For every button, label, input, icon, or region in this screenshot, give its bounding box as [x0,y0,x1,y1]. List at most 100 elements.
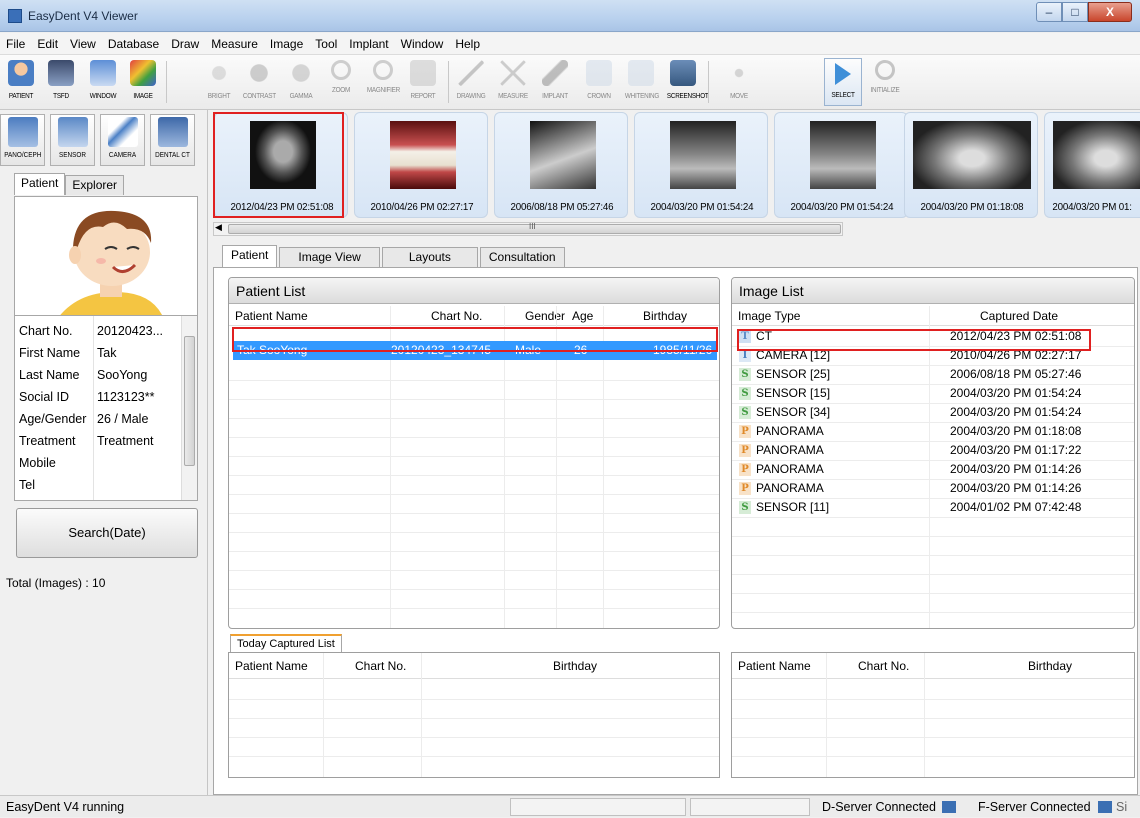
menu-database[interactable]: Database [102,37,165,51]
close-button[interactable]: X [1088,2,1132,22]
col-image-type[interactable]: Image Type [738,306,800,326]
image-list-header: Image Type Captured Date [732,306,1134,326]
list-item[interactable]: S SENSOR [11] 2004/01/02 PM 07:42:48 [732,498,1134,517]
tab-left-patient[interactable]: Patient [14,173,66,195]
thumbnail-sensor-1[interactable]: 2006/08/18 PM 05:27:46 [494,112,628,218]
table-row-selected[interactable]: Tak SooYong 20120423_134745 Male 26 1985… [233,341,717,360]
thumbnail-panorama-2[interactable]: 2004/03/20 PM 01: [1044,112,1140,218]
patient-list-title: Patient List [229,278,719,304]
col-today-birthday[interactable]: Birthday [553,653,597,679]
gamma-icon [288,60,314,86]
scroll-left-icon[interactable]: ◀ [215,222,222,233]
thumbnail-panorama-1[interactable]: 2004/03/20 PM 01:18:08 [904,112,1038,218]
magnifier-button[interactable]: MAGNIFIER [364,58,402,106]
menu-tool[interactable]: Tool [309,37,343,51]
thumbnail-sensor-3[interactable]: 2004/03/20 PM 01:54:24 [774,112,908,218]
left-panel: PANO/CEPH SENSOR CAMERA DENTAL CT Patien… [0,110,208,795]
status-text: EasyDent V4 running [6,800,125,814]
pointer-icon [835,63,851,85]
menu-measure[interactable]: Measure [205,37,264,51]
col-birthday[interactable]: Birthday [643,306,687,326]
report-button[interactable]: REPORT [404,58,442,106]
minimize-button[interactable]: – [1036,2,1062,22]
search-date-button[interactable]: Search(Date) [16,508,198,558]
info-row-treatment: Treatment Treatment [19,434,154,448]
menu-edit[interactable]: Edit [31,37,64,51]
camera-button[interactable]: CAMERA [100,114,145,166]
screenshot-button[interactable]: SCREENSHOT [664,58,709,106]
list-item[interactable]: T CT 2012/04/23 PM 02:51:08 [732,327,1134,346]
tab-explorer[interactable]: Explorer [65,175,125,195]
patient-button[interactable]: PATIENT [2,58,40,106]
thumbnail-camera[interactable]: 2010/04/26 PM 02:27:17 [354,112,488,218]
info-scrollbar[interactable] [181,316,197,500]
zoom-icon [331,60,351,80]
dental-ct-icon [157,117,188,147]
implant-button[interactable]: IMPLANT [536,58,574,106]
list-item[interactable]: S SENSOR [34] 2004/03/20 PM 01:54:24 [732,403,1134,422]
col-today-patient-name-2[interactable]: Patient Name [738,653,811,679]
image-button[interactable]: IMAGE [124,58,162,106]
monitor-icon [48,60,74,86]
list-item[interactable]: P PANORAMA 2004/03/20 PM 01:14:26 [732,460,1134,479]
col-age[interactable]: Age [572,306,593,326]
initialize-button[interactable]: INITIALIZE [866,58,904,106]
menu-file[interactable]: File [0,37,31,51]
patient-avatar [14,196,198,321]
col-gender[interactable]: Gender [525,306,565,326]
bright-button[interactable]: BRIGHT [200,58,238,106]
menu-implant[interactable]: Implant [343,37,394,51]
contrast-button[interactable]: CONTRAST [240,58,278,106]
col-today-birthday-2[interactable]: Birthday [1028,653,1072,679]
patient-icon [8,60,34,86]
thumbnail-scrollbar[interactable]: ◀ III [213,222,843,236]
list-item[interactable]: S SENSOR [15] 2004/03/20 PM 01:54:24 [732,384,1134,403]
crown-button[interactable]: CROWN [580,58,618,106]
window-button[interactable]: WINDOW [84,58,122,106]
sensor-button[interactable]: SENSOR [50,114,95,166]
info-row-first-name: First Name Tak [19,346,117,360]
col-captured-date[interactable]: Captured Date [980,306,1058,326]
list-item[interactable]: S SENSOR [25] 2006/08/18 PM 05:27:46 [732,365,1134,384]
tab-image-view[interactable]: Image View [279,247,380,267]
dental-ct-button[interactable]: DENTAL CT [150,114,195,166]
measure-button[interactable]: MEASURE [494,58,532,106]
tab-patient[interactable]: Patient [222,245,278,267]
zoom-button[interactable]: ZOOM [322,58,360,106]
menu-help[interactable]: Help [449,37,486,51]
list-item[interactable]: P PANORAMA 2004/03/20 PM 01:14:26 [732,479,1134,498]
menu-view[interactable]: View [64,37,102,51]
menu-bar: File Edit View Database Draw Measure Ima… [0,33,1140,55]
col-today-chart-no[interactable]: Chart No. [355,653,406,679]
thumbnail-ct[interactable]: 2012/04/23 PM 02:51:08 [214,112,348,218]
move-button[interactable]: MOVE [720,58,758,106]
pano-ceph-button[interactable]: PANO/CEPH [0,114,45,166]
thumbnail-sensor-2[interactable]: 2004/03/20 PM 01:54:24 [634,112,768,218]
maximize-button[interactable]: □ [1062,2,1088,22]
tsfd-button[interactable]: TSFD [42,58,80,106]
measure-icon [500,60,526,86]
info-row-last-name: Last Name SooYong [19,368,148,382]
patient-info-table: Chart No. 20120423... First Name Tak Last … [14,315,198,501]
gamma-button[interactable]: GAMMA [282,58,320,106]
drawing-button[interactable]: DRAWING [452,58,490,106]
list-item[interactable]: P PANORAMA 2004/03/20 PM 01:17:22 [732,441,1134,460]
list-item[interactable]: I CAMERA [12] 2010/04/26 PM 02:27:17 [732,346,1134,365]
menu-window[interactable]: Window [395,37,450,51]
tab-today-captured[interactable]: Today Captured List [230,634,342,653]
menu-draw[interactable]: Draw [165,37,205,51]
move-arrows-icon [726,60,752,86]
col-patient-name[interactable]: Patient Name [235,306,308,326]
col-chart-no[interactable]: Chart No. [431,306,482,326]
tab-layouts[interactable]: Layouts [381,247,478,267]
select-button[interactable]: SELECT [824,58,862,106]
list-item[interactable]: P PANORAMA 2004/03/20 PM 01:18:08 [732,422,1134,441]
menu-image[interactable]: Image [264,37,309,51]
info-row-mobile: Mobile [19,456,56,470]
whitening-button[interactable]: WHITENING [622,58,660,106]
col-today-chart-no-2[interactable]: Chart No. [858,653,909,679]
screenshot-icon [670,60,696,86]
col-today-patient-name[interactable]: Patient Name [235,653,308,679]
tab-consultation[interactable]: Consultation [479,247,565,267]
crown-icon [586,60,612,86]
